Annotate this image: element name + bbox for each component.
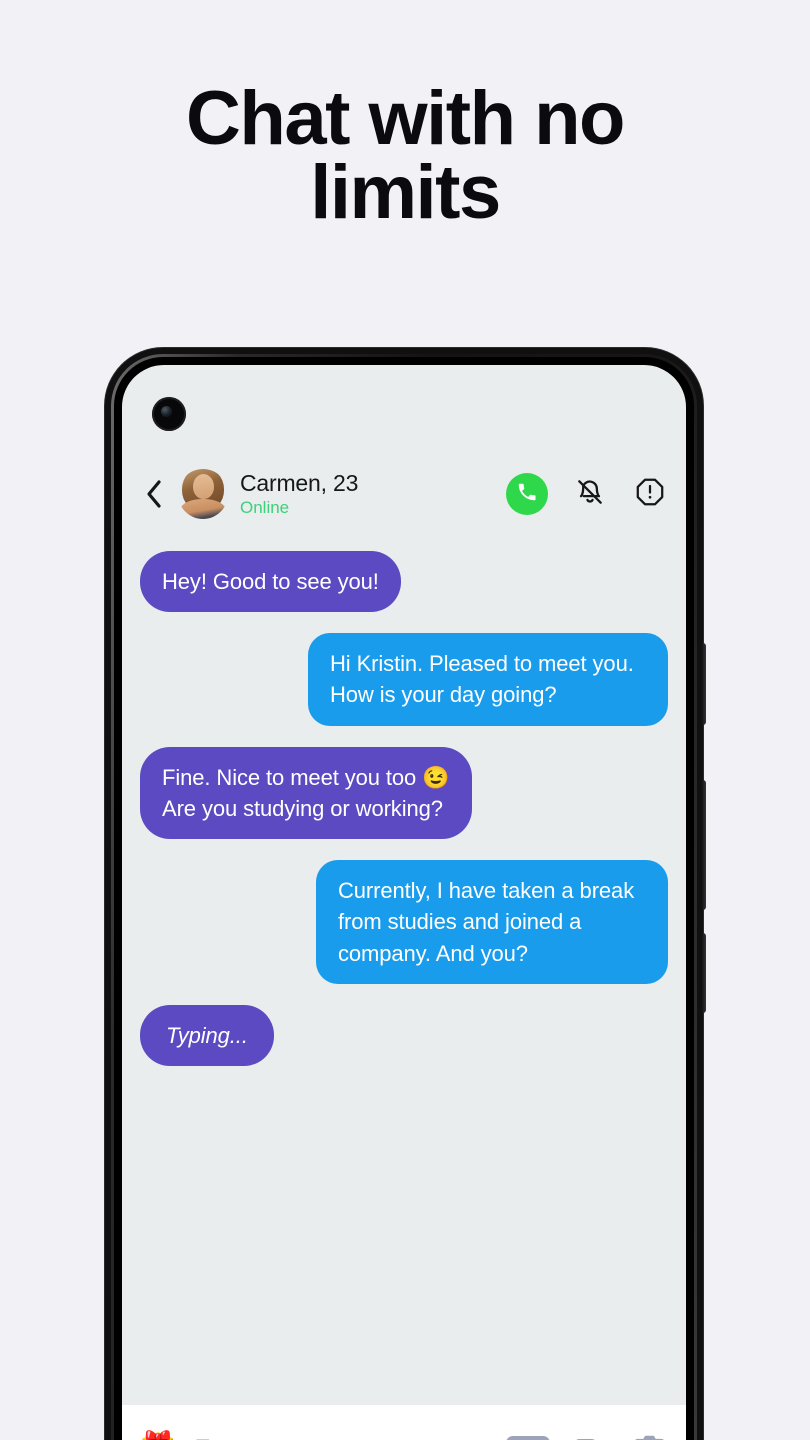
status-badge: Online xyxy=(240,498,290,518)
page-title: Chat with no limits xyxy=(0,81,810,236)
camera-icon[interactable] xyxy=(632,1433,666,1440)
gif-icon[interactable]: GIF xyxy=(505,1436,550,1440)
avatar-image-body xyxy=(180,499,226,519)
header-actions xyxy=(506,473,668,515)
phone-side-button-volume-down[interactable] xyxy=(701,780,706,910)
bell-off-icon xyxy=(575,477,605,512)
phone-screen: Carmen, 23 Online Hey! Good to see you! … xyxy=(122,365,686,1440)
chat-header: Carmen, 23 Online xyxy=(122,457,686,531)
message-composer: 🎁 Type a message... GIF xyxy=(122,1405,686,1440)
report-octagon-icon xyxy=(635,477,665,512)
avatar-image-face xyxy=(193,474,214,499)
phone-mockup: Carmen, 23 Online Hey! Good to see you! … xyxy=(105,348,706,1440)
page-title-line-1: Chat with no xyxy=(186,76,625,161)
message-row: Currently, I have taken a break from stu… xyxy=(140,860,668,984)
chevron-left-icon xyxy=(144,479,164,509)
front-camera-punch-hole xyxy=(152,397,186,431)
phone-side-button-volume-up[interactable] xyxy=(701,643,706,725)
message-row: Hi Kristin. Pleased to meet you. How is … xyxy=(140,633,668,726)
call-button[interactable] xyxy=(506,473,548,515)
peer-name: Carmen, 23 xyxy=(240,469,359,496)
gift-icon[interactable]: 🎁 xyxy=(138,1433,178,1440)
message-list[interactable]: Hey! Good to see you! Hi Kristin. Please… xyxy=(122,535,686,1405)
message-input[interactable]: Type a message... xyxy=(188,1435,496,1440)
typing-indicator: Typing... xyxy=(140,1004,274,1067)
message-bubble-peer[interactable]: Fine. Nice to meet you too 😉 Are you stu… xyxy=(140,746,472,840)
message-row: Fine. Nice to meet you too 😉 Are you stu… xyxy=(140,746,668,840)
message-bubble-me[interactable]: Hi Kristin. Pleased to meet you. How is … xyxy=(308,633,668,726)
back-button[interactable] xyxy=(134,474,174,514)
page-title-line-2: limits xyxy=(310,150,501,236)
composer-actions: GIF xyxy=(505,1433,666,1440)
phone-call-icon xyxy=(516,481,538,508)
mute-button[interactable] xyxy=(572,476,608,512)
report-button[interactable] xyxy=(632,476,668,512)
message-bubble-peer[interactable]: Hey! Good to see you! xyxy=(140,551,401,613)
peer-info[interactable]: Carmen, 23 Online xyxy=(240,470,506,519)
video-camera-icon[interactable] xyxy=(574,1433,608,1440)
message-row: Typing... xyxy=(140,1004,668,1067)
message-bubble-me[interactable]: Currently, I have taken a break from stu… xyxy=(316,860,668,984)
phone-side-button-power[interactable] xyxy=(701,933,706,1013)
avatar[interactable] xyxy=(178,469,228,519)
message-row: Hey! Good to see you! xyxy=(140,551,668,613)
